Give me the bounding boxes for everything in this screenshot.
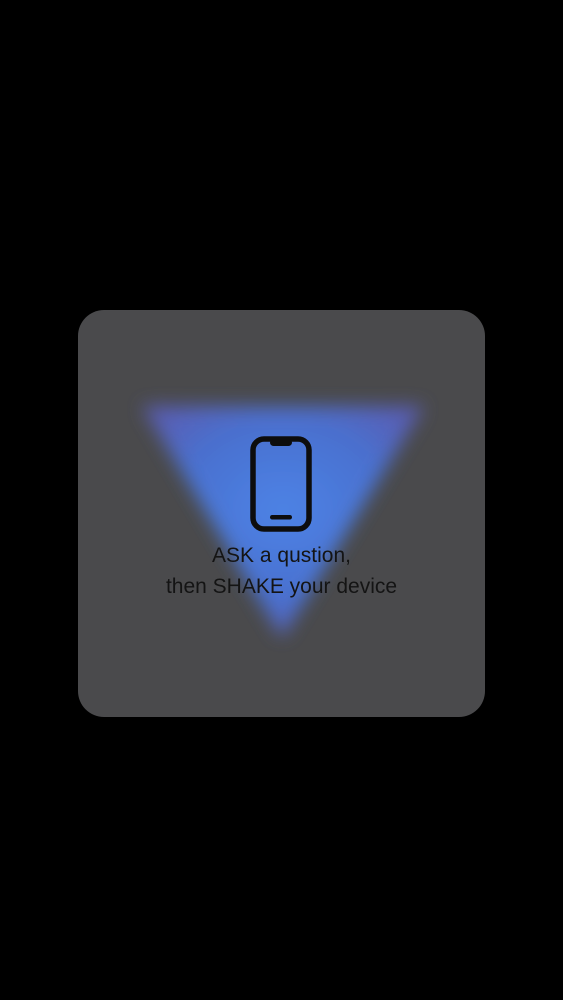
instruction-line-1: ASK a qustion, [212, 544, 351, 567]
smartphone-icon [250, 436, 312, 532]
instruction-text: ASK a qustion, then SHAKE your device [78, 540, 485, 602]
magic-ball-card[interactable]: ASK a qustion, then SHAKE your device [78, 310, 485, 717]
app-screen: ASK a qustion, then SHAKE your device [0, 0, 563, 1000]
instruction-line-2: then SHAKE your device [165, 575, 398, 598]
